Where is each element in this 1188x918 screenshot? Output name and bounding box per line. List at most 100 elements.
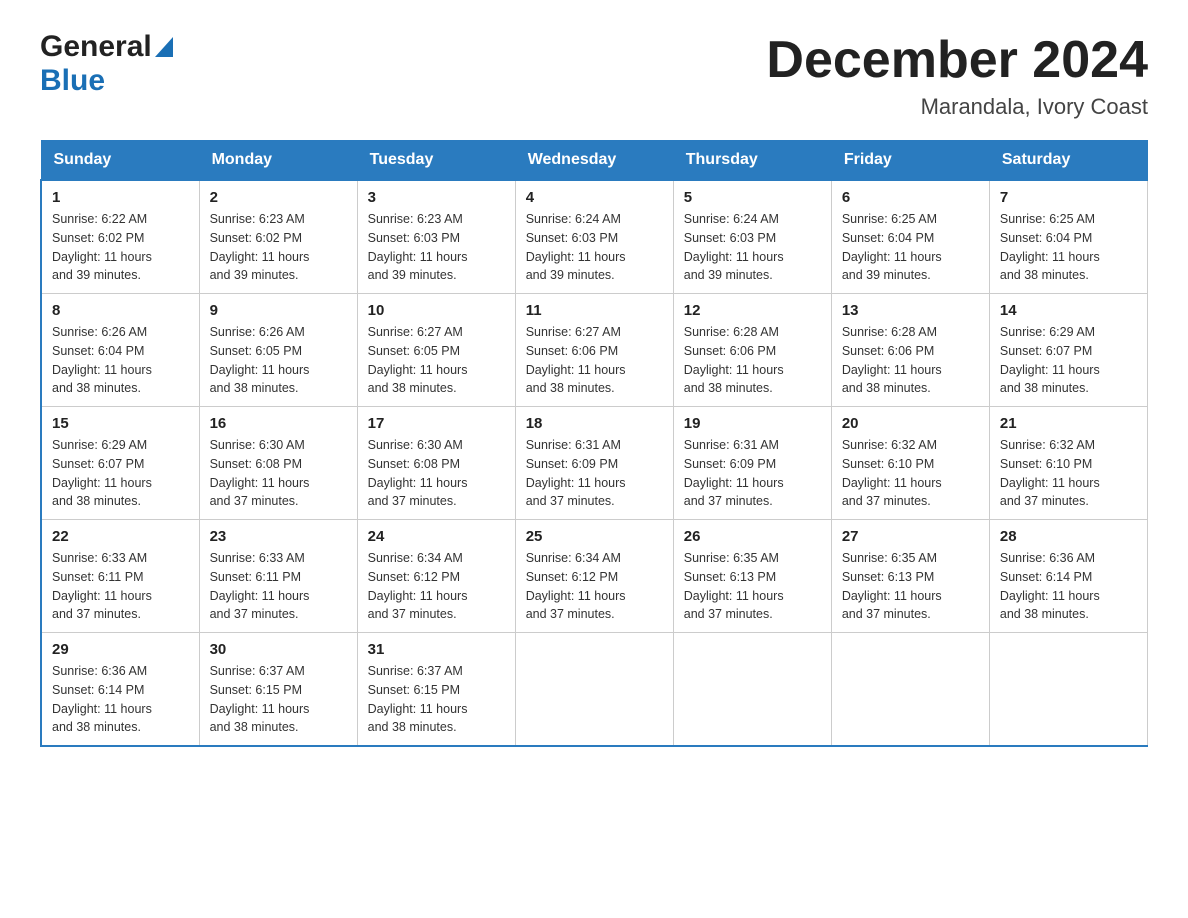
calendar-cell: 27 Sunrise: 6:35 AM Sunset: 6:13 PM Dayl… xyxy=(831,520,989,633)
day-info: Sunrise: 6:24 AM Sunset: 6:03 PM Dayligh… xyxy=(684,210,821,285)
day-info: Sunrise: 6:37 AM Sunset: 6:15 PM Dayligh… xyxy=(368,662,505,737)
day-info: Sunrise: 6:35 AM Sunset: 6:13 PM Dayligh… xyxy=(684,549,821,624)
day-info: Sunrise: 6:30 AM Sunset: 6:08 PM Dayligh… xyxy=(368,436,505,511)
day-number: 9 xyxy=(210,302,347,319)
day-info: Sunrise: 6:32 AM Sunset: 6:10 PM Dayligh… xyxy=(842,436,979,511)
day-info: Sunrise: 6:22 AM Sunset: 6:02 PM Dayligh… xyxy=(52,210,189,285)
location-title: Marandala, Ivory Coast xyxy=(766,94,1148,120)
day-number: 30 xyxy=(210,641,347,658)
calendar-cell: 23 Sunrise: 6:33 AM Sunset: 6:11 PM Dayl… xyxy=(199,520,357,633)
calendar-cell: 8 Sunrise: 6:26 AM Sunset: 6:04 PM Dayli… xyxy=(41,294,199,407)
day-number: 4 xyxy=(526,189,663,206)
weekday-header-wednesday: Wednesday xyxy=(515,141,673,181)
day-number: 13 xyxy=(842,302,979,319)
calendar-table: SundayMondayTuesdayWednesdayThursdayFrid… xyxy=(40,140,1148,747)
day-number: 20 xyxy=(842,415,979,432)
calendar-cell xyxy=(515,633,673,747)
day-number: 25 xyxy=(526,528,663,545)
day-number: 12 xyxy=(684,302,821,319)
day-number: 16 xyxy=(210,415,347,432)
week-row-2: 8 Sunrise: 6:26 AM Sunset: 6:04 PM Dayli… xyxy=(41,294,1148,407)
weekday-header-thursday: Thursday xyxy=(673,141,831,181)
month-title: December 2024 xyxy=(766,30,1148,90)
day-number: 3 xyxy=(368,189,505,206)
calendar-cell: 29 Sunrise: 6:36 AM Sunset: 6:14 PM Dayl… xyxy=(41,633,199,747)
calendar-cell: 19 Sunrise: 6:31 AM Sunset: 6:09 PM Dayl… xyxy=(673,407,831,520)
day-info: Sunrise: 6:36 AM Sunset: 6:14 PM Dayligh… xyxy=(1000,549,1137,624)
day-number: 2 xyxy=(210,189,347,206)
day-number: 23 xyxy=(210,528,347,545)
calendar-cell: 7 Sunrise: 6:25 AM Sunset: 6:04 PM Dayli… xyxy=(989,180,1147,294)
day-info: Sunrise: 6:33 AM Sunset: 6:11 PM Dayligh… xyxy=(210,549,347,624)
day-info: Sunrise: 6:33 AM Sunset: 6:11 PM Dayligh… xyxy=(52,549,189,624)
calendar-cell: 17 Sunrise: 6:30 AM Sunset: 6:08 PM Dayl… xyxy=(357,407,515,520)
calendar-cell: 21 Sunrise: 6:32 AM Sunset: 6:10 PM Dayl… xyxy=(989,407,1147,520)
day-number: 24 xyxy=(368,528,505,545)
day-info: Sunrise: 6:36 AM Sunset: 6:14 PM Dayligh… xyxy=(52,662,189,737)
day-number: 22 xyxy=(52,528,189,545)
calendar-cell: 26 Sunrise: 6:35 AM Sunset: 6:13 PM Dayl… xyxy=(673,520,831,633)
day-info: Sunrise: 6:34 AM Sunset: 6:12 PM Dayligh… xyxy=(526,549,663,624)
day-info: Sunrise: 6:25 AM Sunset: 6:04 PM Dayligh… xyxy=(842,210,979,285)
day-number: 5 xyxy=(684,189,821,206)
day-number: 27 xyxy=(842,528,979,545)
day-number: 26 xyxy=(684,528,821,545)
day-info: Sunrise: 6:24 AM Sunset: 6:03 PM Dayligh… xyxy=(526,210,663,285)
calendar-cell: 1 Sunrise: 6:22 AM Sunset: 6:02 PM Dayli… xyxy=(41,180,199,294)
logo-triangle-icon xyxy=(155,37,173,62)
day-info: Sunrise: 6:30 AM Sunset: 6:08 PM Dayligh… xyxy=(210,436,347,511)
calendar-cell: 24 Sunrise: 6:34 AM Sunset: 6:12 PM Dayl… xyxy=(357,520,515,633)
day-info: Sunrise: 6:31 AM Sunset: 6:09 PM Dayligh… xyxy=(526,436,663,511)
day-info: Sunrise: 6:26 AM Sunset: 6:04 PM Dayligh… xyxy=(52,323,189,398)
day-number: 7 xyxy=(1000,189,1137,206)
day-number: 29 xyxy=(52,641,189,658)
calendar-cell: 25 Sunrise: 6:34 AM Sunset: 6:12 PM Dayl… xyxy=(515,520,673,633)
calendar-cell: 13 Sunrise: 6:28 AM Sunset: 6:06 PM Dayl… xyxy=(831,294,989,407)
day-number: 10 xyxy=(368,302,505,319)
calendar-cell: 4 Sunrise: 6:24 AM Sunset: 6:03 PM Dayli… xyxy=(515,180,673,294)
day-number: 6 xyxy=(842,189,979,206)
weekday-header-sunday: Sunday xyxy=(41,141,199,181)
day-number: 18 xyxy=(526,415,663,432)
calendar-cell: 30 Sunrise: 6:37 AM Sunset: 6:15 PM Dayl… xyxy=(199,633,357,747)
weekday-header-friday: Friday xyxy=(831,141,989,181)
calendar-cell: 11 Sunrise: 6:27 AM Sunset: 6:06 PM Dayl… xyxy=(515,294,673,407)
calendar-cell xyxy=(989,633,1147,747)
day-number: 11 xyxy=(526,302,663,319)
day-info: Sunrise: 6:27 AM Sunset: 6:06 PM Dayligh… xyxy=(526,323,663,398)
calendar-cell: 16 Sunrise: 6:30 AM Sunset: 6:08 PM Dayl… xyxy=(199,407,357,520)
calendar-cell: 5 Sunrise: 6:24 AM Sunset: 6:03 PM Dayli… xyxy=(673,180,831,294)
calendar-cell: 3 Sunrise: 6:23 AM Sunset: 6:03 PM Dayli… xyxy=(357,180,515,294)
weekday-header-saturday: Saturday xyxy=(989,141,1147,181)
logo-general-text: General xyxy=(40,30,152,64)
weekday-header-row: SundayMondayTuesdayWednesdayThursdayFrid… xyxy=(41,141,1148,181)
day-info: Sunrise: 6:28 AM Sunset: 6:06 PM Dayligh… xyxy=(842,323,979,398)
calendar-cell: 31 Sunrise: 6:37 AM Sunset: 6:15 PM Dayl… xyxy=(357,633,515,747)
title-block: December 2024 Marandala, Ivory Coast xyxy=(766,30,1148,120)
day-number: 15 xyxy=(52,415,189,432)
calendar-cell: 14 Sunrise: 6:29 AM Sunset: 6:07 PM Dayl… xyxy=(989,294,1147,407)
day-info: Sunrise: 6:32 AM Sunset: 6:10 PM Dayligh… xyxy=(1000,436,1137,511)
day-number: 1 xyxy=(52,189,189,206)
day-info: Sunrise: 6:37 AM Sunset: 6:15 PM Dayligh… xyxy=(210,662,347,737)
day-info: Sunrise: 6:29 AM Sunset: 6:07 PM Dayligh… xyxy=(1000,323,1137,398)
day-info: Sunrise: 6:34 AM Sunset: 6:12 PM Dayligh… xyxy=(368,549,505,624)
day-info: Sunrise: 6:31 AM Sunset: 6:09 PM Dayligh… xyxy=(684,436,821,511)
day-number: 8 xyxy=(52,302,189,319)
day-number: 17 xyxy=(368,415,505,432)
calendar-cell: 22 Sunrise: 6:33 AM Sunset: 6:11 PM Dayl… xyxy=(41,520,199,633)
day-info: Sunrise: 6:29 AM Sunset: 6:07 PM Dayligh… xyxy=(52,436,189,511)
day-info: Sunrise: 6:25 AM Sunset: 6:04 PM Dayligh… xyxy=(1000,210,1137,285)
day-number: 21 xyxy=(1000,415,1137,432)
day-info: Sunrise: 6:23 AM Sunset: 6:03 PM Dayligh… xyxy=(368,210,505,285)
logo-blue-text: Blue xyxy=(40,64,105,97)
calendar-cell: 12 Sunrise: 6:28 AM Sunset: 6:06 PM Dayl… xyxy=(673,294,831,407)
calendar-cell: 28 Sunrise: 6:36 AM Sunset: 6:14 PM Dayl… xyxy=(989,520,1147,633)
calendar-cell: 20 Sunrise: 6:32 AM Sunset: 6:10 PM Dayl… xyxy=(831,407,989,520)
logo: General Blue xyxy=(40,30,173,98)
day-number: 19 xyxy=(684,415,821,432)
calendar-cell: 10 Sunrise: 6:27 AM Sunset: 6:05 PM Dayl… xyxy=(357,294,515,407)
day-info: Sunrise: 6:35 AM Sunset: 6:13 PM Dayligh… xyxy=(842,549,979,624)
calendar-cell: 2 Sunrise: 6:23 AM Sunset: 6:02 PM Dayli… xyxy=(199,180,357,294)
day-info: Sunrise: 6:26 AM Sunset: 6:05 PM Dayligh… xyxy=(210,323,347,398)
